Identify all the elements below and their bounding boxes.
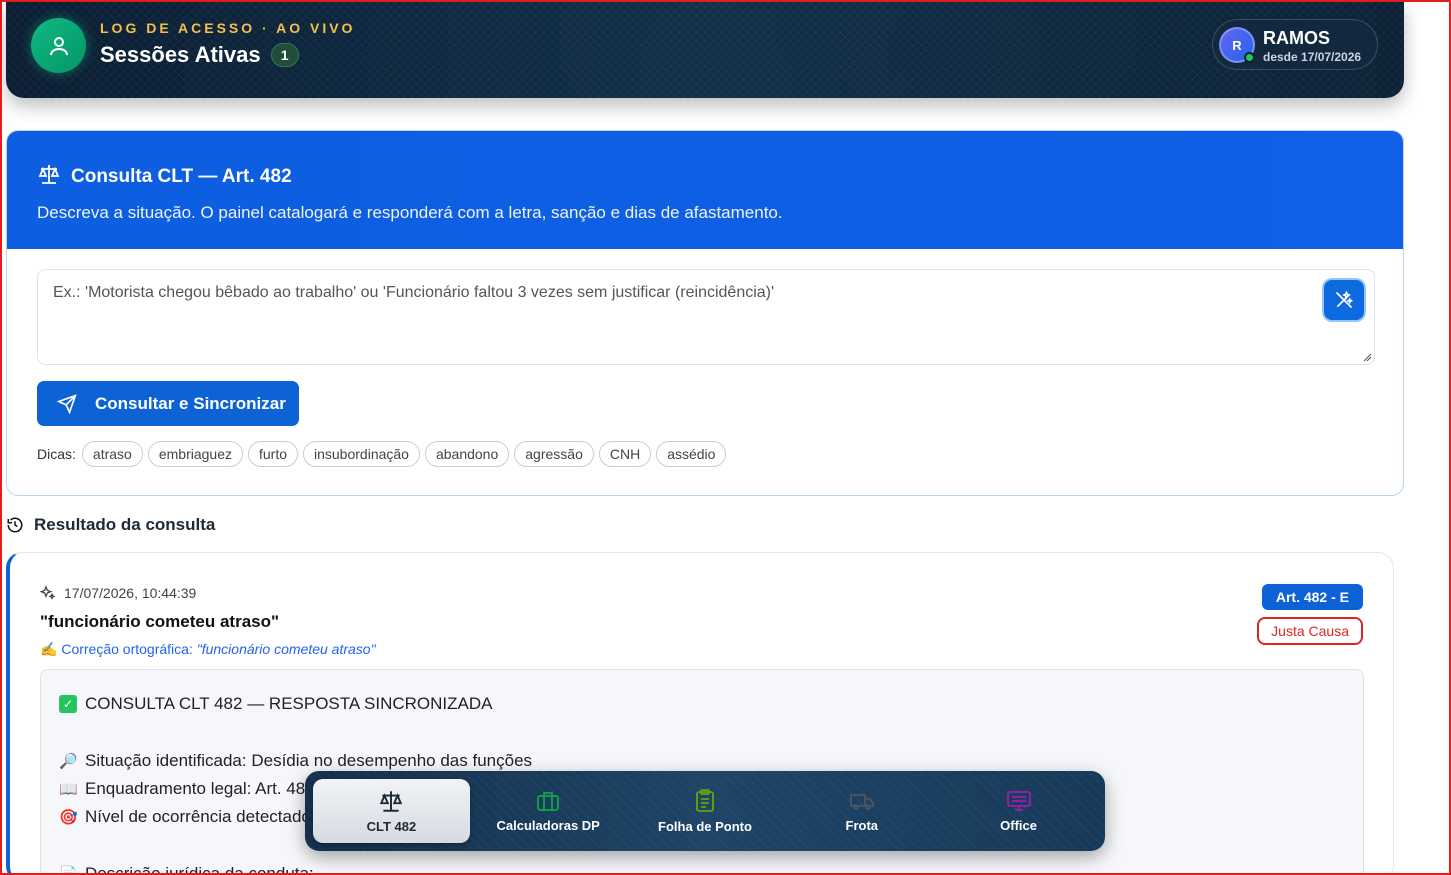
document-icon: 📄 xyxy=(59,866,78,875)
user-profile-pill[interactable]: R RAMOS desde 17/07/2026 xyxy=(1212,19,1378,70)
correction-value: "funcionário cometeu atraso" xyxy=(196,641,376,657)
tip-chip[interactable]: insubordinação xyxy=(303,441,420,467)
book-icon: 📖 xyxy=(59,781,78,798)
truck-icon xyxy=(849,793,874,810)
consult-submit-label: Consultar e Sincronizar xyxy=(95,393,286,413)
page-title-text: Sessões Ativas xyxy=(100,42,261,67)
consult-card-header: Consulta CLT — Art. 482 Descreva a situa… xyxy=(7,131,1403,249)
check-icon: ✓ xyxy=(59,695,77,713)
magic-wand-button[interactable] xyxy=(1324,280,1364,320)
dock-item-calculadoras-dp[interactable]: Calculadoras DP xyxy=(470,779,627,843)
dock-item-frota[interactable]: Frota xyxy=(783,779,940,843)
avatar: R xyxy=(1219,27,1255,63)
bottom-dock: CLT 482 Calculadoras DP Folha de Ponto F… xyxy=(305,771,1105,851)
scale-icon xyxy=(380,790,403,812)
scale-icon xyxy=(37,163,61,191)
header-kicker: LOG DE ACESSO · AO VIVO xyxy=(100,20,356,36)
tip-chip[interactable]: CNH xyxy=(598,441,652,467)
user-name: RAMOS xyxy=(1263,28,1330,48)
user-icon xyxy=(31,18,86,73)
send-icon xyxy=(57,393,77,414)
response-line-text: Nível de ocorrência detectado xyxy=(85,807,311,826)
situation-input[interactable]: Ex.: 'Motorista chegou bêbado ao trabalh… xyxy=(37,269,1375,365)
avatar-initial: R xyxy=(1232,37,1242,53)
result-section-title-text: Resultado da consulta xyxy=(34,515,216,534)
resize-handle-icon[interactable] xyxy=(1362,352,1372,362)
dock-item-folha-de-ponto[interactable]: Folha de Ponto xyxy=(627,779,784,843)
user-since: desde 17/07/2026 xyxy=(1263,50,1362,64)
monitor-icon xyxy=(1006,790,1031,811)
dock-item-clt-482[interactable]: CLT 482 xyxy=(313,779,470,843)
tip-chip[interactable]: abandono xyxy=(424,441,510,467)
tip-chip[interactable]: agressão xyxy=(514,441,594,467)
clipboard-icon xyxy=(696,788,714,812)
result-timestamp: 17/07/2026, 10:44:39 xyxy=(40,585,196,601)
tips-label: Dicas: xyxy=(37,446,76,462)
response-line-text: Enquadramento legal: Art. 482 xyxy=(85,779,315,798)
history-icon xyxy=(7,517,23,533)
tip-chip[interactable]: assédio xyxy=(656,441,727,467)
briefcase-icon xyxy=(537,791,560,811)
article-badge: Art. 482 - E xyxy=(1261,584,1363,610)
dock-item-label: Calculadoras DP xyxy=(496,817,600,833)
writing-hand-icon: ✍️ xyxy=(40,641,58,657)
result-section-title: Resultado da consulta xyxy=(6,515,215,535)
magnifier-icon: 🔎 xyxy=(59,753,78,770)
tip-chip[interactable]: furto xyxy=(247,441,298,467)
response-line-text: Descrição jurídica da conduta: xyxy=(85,864,314,875)
consult-submit-button[interactable]: Consultar e Sincronizar xyxy=(37,381,299,426)
result-query: "funcionário cometeu atraso" xyxy=(40,612,280,631)
consult-title: Consulta CLT — Art. 482 xyxy=(37,163,1373,191)
response-line-text: Situação identificada: Desídia no desemp… xyxy=(85,751,533,770)
tip-chip[interactable]: embriaguez xyxy=(147,441,243,467)
response-line-text: CONSULTA CLT 482 — RESPOSTA SINCRONIZADA xyxy=(85,694,493,713)
dock-item-label: Folha de Ponto xyxy=(658,818,752,834)
target-icon: 🎯 xyxy=(59,809,78,826)
response-line: 📄 Descrição jurídica da conduta: xyxy=(59,860,1345,875)
sparkles-icon xyxy=(40,585,56,600)
tip-chip[interactable]: atraso xyxy=(81,441,143,467)
session-count-badge: 1 xyxy=(270,43,299,67)
dock-item-label: Office xyxy=(1000,817,1037,833)
situation-input-placeholder: Ex.: 'Motorista chegou bêbado ao trabalh… xyxy=(53,284,775,301)
dock-item-label: Frota xyxy=(845,817,879,833)
consult-description: Descreva a situação. O painel catalogará… xyxy=(37,203,783,222)
tips-row: Dicas: atraso embriaguez furto insubordi… xyxy=(37,441,727,467)
consult-title-text: Consulta CLT — Art. 482 xyxy=(71,166,292,187)
result-timestamp-text: 17/07/2026, 10:44:39 xyxy=(64,585,197,601)
correction-label: Correção ortográfica: xyxy=(61,641,193,657)
consult-card: Consulta CLT — Art. 482 Descreva a situa… xyxy=(6,130,1404,496)
spelling-correction: ✍️ Correção ortográfica: "funcionário co… xyxy=(40,641,376,658)
page-title: Sessões Ativas 1 xyxy=(100,42,299,68)
online-status-dot xyxy=(1244,52,1255,63)
dock-item-label: CLT 482 xyxy=(366,818,417,834)
dock-item-office[interactable]: Office xyxy=(940,779,1097,843)
sanction-type-badge: Justa Causa xyxy=(1257,617,1363,645)
header-bar: LOG DE ACESSO · AO VIVO Sessões Ativas 1… xyxy=(6,0,1404,98)
response-line: ✓ CONSULTA CLT 482 — RESPOSTA SINCRONIZA… xyxy=(59,690,1345,718)
